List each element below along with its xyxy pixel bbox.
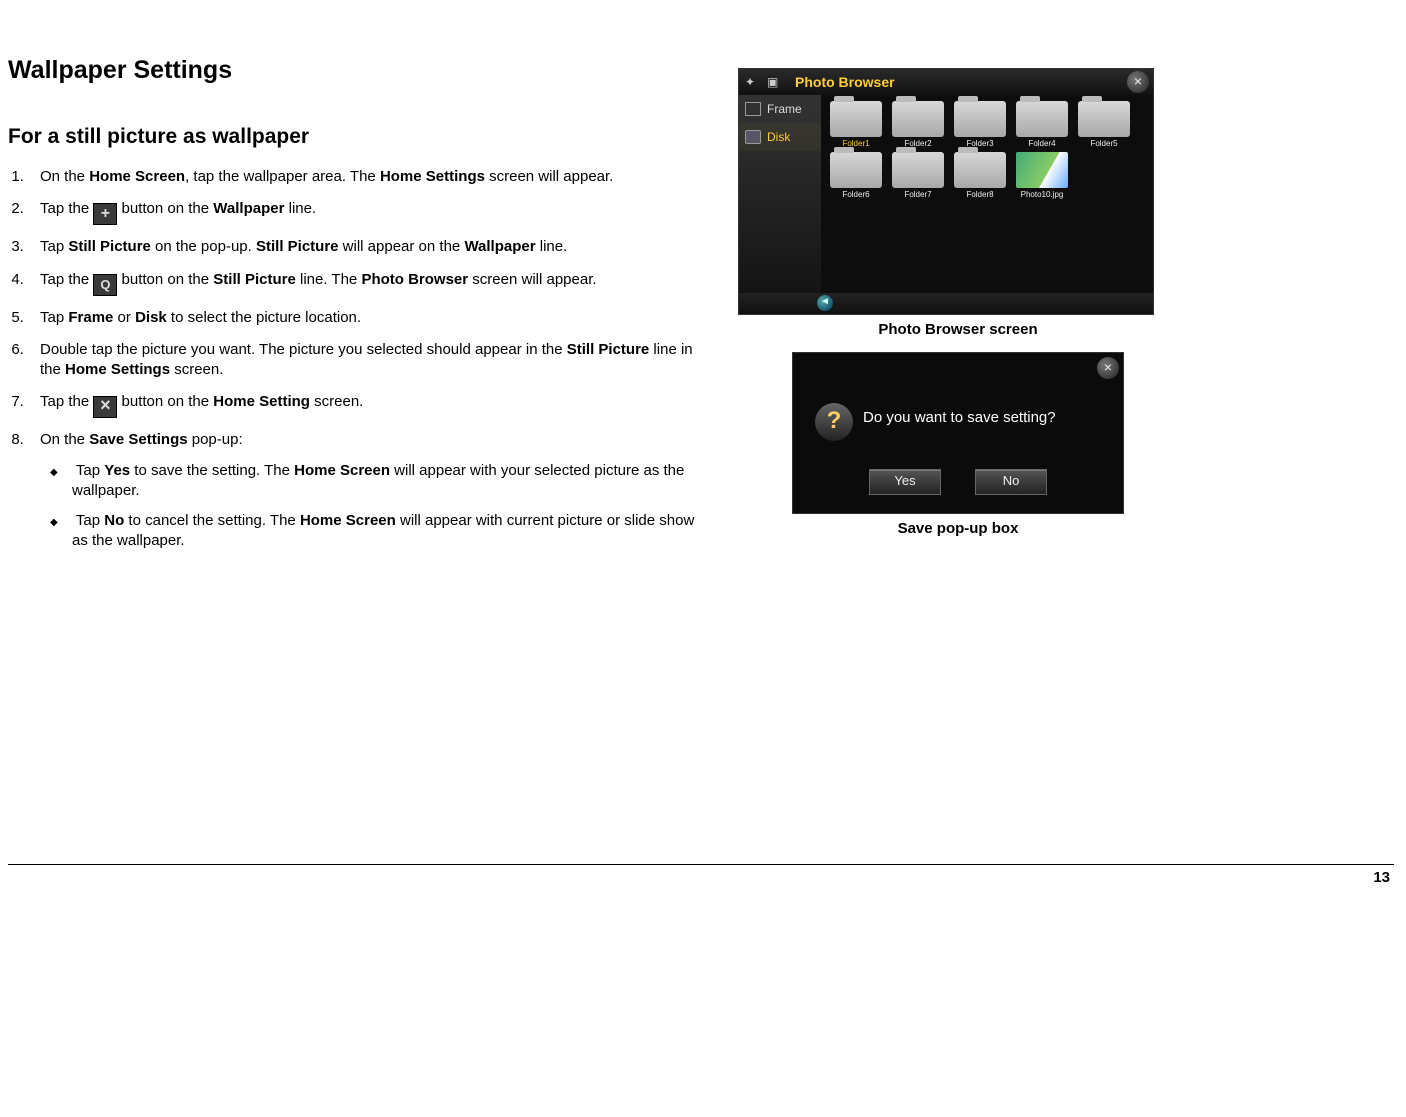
plus-icon: [93, 203, 117, 225]
page-title: Wallpaper Settings: [8, 56, 708, 85]
search-icon: [93, 274, 117, 296]
pb-side-disk[interactable]: Disk: [739, 123, 821, 151]
pb-grid: Folder1 Folder2 Folder3 Folder4 Folder5 …: [821, 95, 1153, 293]
photo-browser-caption: Photo Browser screen: [738, 321, 1178, 338]
disk-icon: [745, 130, 761, 144]
step-3: Tap Still Picture on the pop-up. Still P…: [28, 237, 708, 257]
step-6: Double tap the picture you want. The pic…: [28, 340, 708, 381]
pb-side-frame[interactable]: Frame: [739, 95, 821, 123]
bullet-no: Tap No to cancel the setting. The Home S…: [72, 511, 708, 552]
sparkle-icon: ✦: [745, 75, 767, 89]
sp-close-icon[interactable]: ×: [1097, 357, 1119, 379]
pb-close-icon[interactable]: ×: [1127, 71, 1149, 93]
photo-browser-screenshot: ✦ ▣ Photo Browser × Frame Disk Folder1 F…: [738, 68, 1154, 315]
pb-sidebar: Frame Disk: [739, 95, 821, 293]
pb-folder[interactable]: Folder1: [827, 101, 885, 148]
pb-bottom-bar: ◄: [739, 293, 1153, 313]
sp-text: Do you want to save setting?: [863, 409, 1056, 426]
step-7: Tap the button on the Home Setting scree…: [28, 392, 708, 418]
yes-button[interactable]: Yes: [869, 469, 941, 495]
save-popup-screenshot: × ? Do you want to save setting? Yes No: [792, 352, 1124, 514]
step-8: On the Save Settings pop-up: Tap Yes to …: [28, 430, 708, 551]
page-footer: 13: [8, 864, 1394, 886]
pb-folder[interactable]: Folder4: [1013, 101, 1071, 148]
pb-back-icon[interactable]: ◄: [817, 295, 833, 311]
no-button[interactable]: No: [975, 469, 1047, 495]
step-2: Tap the button on the Wallpaper line.: [28, 199, 708, 225]
section-title: For a still picture as wallpaper: [8, 125, 708, 149]
sub-bullets: Tap Yes to save the setting. The Home Sc…: [40, 461, 708, 552]
step-4: Tap the button on the Still Picture line…: [28, 270, 708, 296]
pb-photo[interactable]: Photo10.jpg: [1013, 152, 1071, 199]
pb-folder[interactable]: Folder7: [889, 152, 947, 199]
page-number: 13: [1373, 869, 1390, 886]
question-icon: ?: [815, 403, 853, 441]
pb-folder[interactable]: Folder6: [827, 152, 885, 199]
step-1: On the Home Screen, tap the wallpaper ar…: [28, 167, 708, 187]
pb-title: Photo Browser: [795, 74, 1127, 90]
pb-folder[interactable]: Folder2: [889, 101, 947, 148]
photo-icon: ▣: [767, 75, 789, 89]
pb-folder[interactable]: Folder5: [1075, 101, 1133, 148]
pb-folder[interactable]: Folder8: [951, 152, 1009, 199]
steps-list: On the Home Screen, tap the wallpaper ar…: [8, 167, 708, 552]
frame-icon: [745, 102, 761, 116]
close-icon: [93, 396, 117, 418]
pb-folder[interactable]: Folder3: [951, 101, 1009, 148]
save-popup-caption: Save pop-up box: [738, 520, 1178, 537]
pb-titlebar: ✦ ▣ Photo Browser ×: [739, 69, 1153, 95]
step-5: Tap Frame or Disk to select the picture …: [28, 308, 708, 328]
bullet-yes: Tap Yes to save the setting. The Home Sc…: [72, 461, 708, 502]
